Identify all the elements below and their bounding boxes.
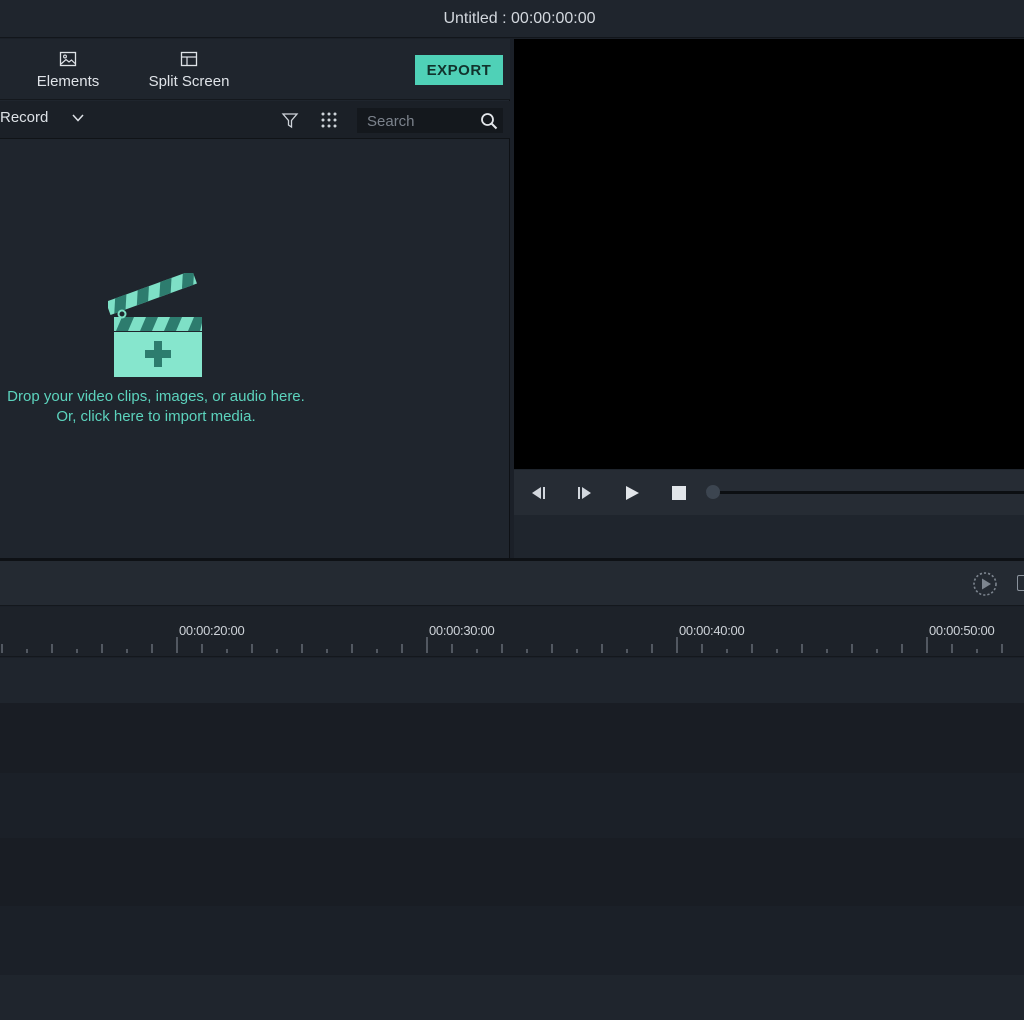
clapperboard-add-icon bbox=[108, 273, 202, 377]
window-title: Untitled : 00:00:00:00 bbox=[443, 10, 596, 27]
stop-icon[interactable] bbox=[669, 483, 689, 503]
media-tab-bar: Elements Split Screen EXPORT bbox=[0, 39, 510, 100]
timeline-track[interactable] bbox=[0, 703, 1024, 773]
title-bar: Untitled : 00:00:00:00 bbox=[0, 0, 1024, 38]
timeline-track[interactable] bbox=[0, 658, 1024, 703]
timeline-track[interactable] bbox=[0, 838, 1024, 906]
timeline-toolbar bbox=[0, 561, 1024, 606]
image-icon bbox=[59, 51, 77, 67]
record-dropdown-label: Record bbox=[0, 109, 49, 126]
timeline-track[interactable] bbox=[0, 975, 1024, 1020]
ruler-label: 00:00:50:00 bbox=[929, 623, 995, 638]
dropzone-hint-line1: Drop your video clips, images, or audio … bbox=[7, 388, 305, 405]
tab-split-screen-label: Split Screen bbox=[148, 73, 230, 90]
ruler-ticks bbox=[1, 637, 1003, 653]
render-preview-icon[interactable] bbox=[972, 571, 998, 597]
timeline-track[interactable] bbox=[0, 773, 1024, 838]
chevron-down-icon bbox=[72, 113, 84, 122]
tab-elements[interactable]: Elements bbox=[30, 51, 106, 91]
media-toolbar: Record bbox=[0, 101, 510, 139]
grid-view-icon[interactable] bbox=[320, 111, 338, 129]
previous-frame-icon[interactable] bbox=[528, 483, 548, 503]
record-dropdown[interactable]: Record bbox=[0, 109, 84, 126]
preview-screen bbox=[514, 39, 1024, 469]
ruler-label: 00:00:20:00 bbox=[179, 623, 245, 638]
tab-split-screen[interactable]: Split Screen bbox=[145, 51, 233, 91]
player-controls bbox=[514, 470, 1024, 515]
next-frame-icon[interactable] bbox=[575, 483, 595, 503]
play-icon[interactable] bbox=[622, 483, 642, 503]
ruler-label: 00:00:30:00 bbox=[429, 623, 495, 638]
export-button[interactable]: EXPORT bbox=[415, 55, 503, 85]
search-input[interactable] bbox=[367, 111, 477, 131]
search-box bbox=[357, 108, 503, 133]
search-icon[interactable] bbox=[480, 112, 498, 130]
ruler-label: 00:00:40:00 bbox=[679, 623, 745, 638]
filter-icon[interactable] bbox=[281, 111, 299, 129]
tab-elements-label: Elements bbox=[36, 73, 100, 90]
media-panel: Elements Split Screen EXPORT Record Sear… bbox=[0, 39, 510, 558]
panel-toggle-icon[interactable] bbox=[1017, 575, 1024, 591]
timeline-track[interactable] bbox=[0, 906, 1024, 975]
preview-panel bbox=[514, 39, 1024, 558]
playback-scrubber[interactable] bbox=[706, 491, 1024, 494]
dropzone-hint-line2: Or, click here to import media. bbox=[56, 408, 256, 425]
scrubber-handle[interactable] bbox=[706, 485, 720, 499]
timeline-ruler[interactable]: 00:00:20:00 00:00:30:00 00:00:40:00 00:0… bbox=[0, 607, 1024, 657]
media-dropzone[interactable]: Drop your video clips, images, or audio … bbox=[0, 140, 510, 558]
split-screen-icon bbox=[180, 51, 198, 67]
